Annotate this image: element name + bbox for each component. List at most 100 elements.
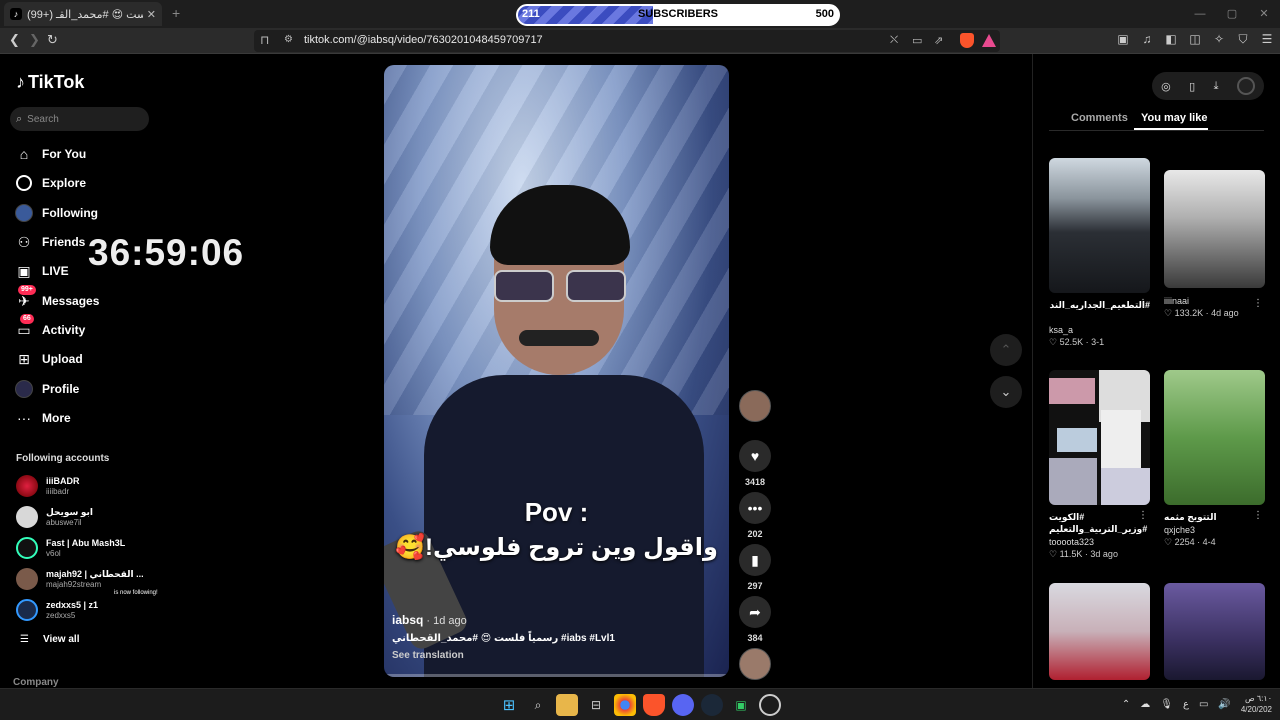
download-icon[interactable]: ⤓ [1214, 80, 1219, 93]
tab-comments[interactable]: Comments [1071, 112, 1128, 124]
comment-icon[interactable]: ••• [739, 492, 771, 524]
windows-start-icon[interactable]: ⊞ [498, 694, 520, 716]
browser-tab[interactable]: ♪ (99+) رسمياً فلست 😍 #محمد_القـ ✕ [4, 2, 162, 26]
bookmark-icon[interactable]: ⊓ [260, 33, 269, 47]
save-action[interactable]: ▮ 297 [739, 544, 771, 591]
nav-profile[interactable]: Profile [14, 378, 79, 400]
video-thumbnail[interactable] [1049, 158, 1150, 293]
video-thumbnail[interactable] [1164, 583, 1265, 680]
nav-messages[interactable]: ✈ 99+ Messages [14, 285, 99, 312]
music-disc-avatar[interactable] [739, 648, 771, 680]
back-icon[interactable]: ❮ [9, 32, 20, 48]
recommended-video-card[interactable]: iiiinaai ♡ 133.2K · 4d ago ⋮ [1164, 158, 1265, 319]
url-text[interactable]: tiktok.com/@iabsq/video/7630201048459709… [304, 34, 543, 46]
music-icon[interactable]: ♫ [1140, 32, 1154, 47]
search-icon[interactable]: ⌕ [527, 694, 549, 716]
system-clock[interactable]: ٦:١٠ ص 4/20/202 [1241, 693, 1272, 715]
video-progress-bar[interactable] [384, 674, 729, 677]
video-thumbnail[interactable] [1164, 370, 1265, 505]
see-translation-link[interactable]: See translation [392, 650, 615, 661]
onedrive-icon[interactable]: ☁ [1140, 699, 1150, 710]
view-all-button[interactable]: ☰ View all [20, 634, 79, 645]
following-account[interactable]: iiiBADR iiiibadr [16, 474, 80, 498]
heart-icon[interactable]: ♥ [739, 440, 771, 472]
video-thumbnail[interactable] [1049, 583, 1150, 680]
obs-icon[interactable] [759, 694, 781, 716]
scroll-down-button[interactable]: ⌄ [990, 376, 1022, 408]
translate-icon[interactable]: ⛌ [890, 34, 898, 47]
leo-ai-icon[interactable]: ✧ [1212, 32, 1226, 47]
comment-action[interactable]: ••• 202 [739, 492, 771, 539]
forward-icon[interactable]: ❯ [29, 32, 40, 48]
volume-icon[interactable]: 🔊 [1218, 699, 1230, 710]
tab-close-icon[interactable]: ✕ [147, 8, 156, 21]
account-name: iiiBADR [46, 475, 80, 486]
nav-more[interactable]: ··· More [14, 407, 71, 429]
video-thumbnail[interactable] [1049, 370, 1150, 505]
more-options-icon[interactable]: ⋮ [1138, 298, 1148, 309]
brave-rewards-icon[interactable] [982, 34, 996, 47]
nav-friends[interactable]: ⚇ Friends [14, 231, 86, 253]
nav-upload[interactable]: ⊞ Upload [14, 348, 83, 370]
cast-icon[interactable]: ▭ [912, 34, 922, 47]
more-options-icon[interactable]: ⋮ [1253, 298, 1263, 309]
wallet-icon[interactable]: ▣ [1116, 32, 1130, 47]
tray-chevron-icon[interactable]: ⌃ [1122, 699, 1130, 710]
nav-following[interactable]: Following [14, 202, 98, 224]
steam-icon[interactable] [701, 694, 723, 716]
nav-live[interactable]: ▣ LIVE [14, 260, 68, 282]
following-account[interactable]: Fast | Abu Mash3L v6ol [16, 536, 125, 560]
recommended-video-card[interactable] [1164, 583, 1265, 680]
store-icon[interactable]: ⊟ [585, 694, 607, 716]
mic-icon[interactable]: 🎙 [1160, 699, 1173, 710]
new-tab-button[interactable]: + [172, 5, 180, 21]
tab-you-may-like[interactable]: You may like [1141, 112, 1207, 124]
tiktok-logo[interactable]: ♪ TikTok [16, 72, 84, 93]
more-options-icon[interactable]: ⋮ [1138, 510, 1148, 521]
search-input[interactable]: ⌕ Search [10, 107, 149, 131]
more-options-icon[interactable]: ⋮ [1253, 510, 1263, 521]
sidebar-icon[interactable]: ◧ [1164, 32, 1178, 47]
nav-for-you[interactable]: ⌂ For You [14, 143, 86, 165]
recommended-video-card[interactable] [1049, 583, 1150, 680]
brave-icon[interactable] [643, 694, 665, 716]
nav-explore[interactable]: Explore [14, 172, 86, 194]
brave-shields-icon[interactable] [960, 33, 974, 48]
menu-icon[interactable]: ☰ [1260, 32, 1274, 47]
minimize-button[interactable]: — [1184, 0, 1216, 28]
chrome-icon[interactable] [614, 694, 636, 716]
scroll-up-button[interactable]: ⌃ [990, 334, 1022, 366]
site-info-icon[interactable]: ⚙ [284, 34, 293, 45]
maximize-button[interactable]: ▢ [1216, 0, 1248, 28]
nav-activity[interactable]: ▭ 66 Activity [14, 314, 85, 341]
file-explorer-icon[interactable] [556, 694, 578, 716]
compass-icon[interactable]: ◎ [1161, 80, 1171, 93]
like-action[interactable]: ♥ 3418 [739, 440, 771, 487]
address-bar[interactable]: ⊓ ⚙ tiktok.com/@iabsq/video/763020104845… [254, 30, 1000, 52]
following-account[interactable]: majah92 | القحطاني ... majah92stream [16, 567, 144, 591]
bookmark-icon[interactable]: ▮ [739, 544, 771, 576]
extensions-icon[interactable]: ◫ [1188, 32, 1202, 47]
share-arrow-icon[interactable]: ➦ [739, 596, 771, 628]
close-window-button[interactable]: ✕ [1248, 0, 1280, 28]
video-thumbnail[interactable] [1164, 170, 1265, 288]
discord-icon[interactable] [672, 694, 694, 716]
language-indicator[interactable]: ع [1183, 699, 1189, 710]
creator-avatar[interactable] [739, 390, 771, 422]
share-action[interactable]: ➦ 384 [739, 596, 771, 643]
terminal-icon[interactable]: ▣ [730, 694, 752, 716]
recommended-video-card[interactable]: #الكويت #وزير_التربية_والتعليم toooota32… [1049, 370, 1150, 560]
following-account[interactable]: zedxxs5 | z1 zedxxs5 [16, 598, 98, 622]
video-player[interactable]: Pov : واقول وين تروح فلوسي!🥰 iabsq · 1d … [384, 65, 729, 677]
reload-icon[interactable]: ↻ [47, 32, 58, 48]
network-icon[interactable]: ▭ [1199, 699, 1208, 710]
share-icon[interactable]: ⇗ [934, 34, 943, 47]
user-avatar[interactable] [1236, 77, 1255, 95]
phone-icon[interactable]: ▯ [1189, 80, 1195, 93]
video-author[interactable]: iabsq [392, 613, 423, 627]
recommended-video-card[interactable]: التتويج مثمه ههههههههههههه... qxjche3 ♡ … [1164, 370, 1265, 548]
vpn-icon[interactable]: ⛉ [1236, 32, 1250, 47]
following-account[interactable]: ابو سويحل abuswe7il [16, 505, 93, 529]
company-link[interactable]: Company [13, 677, 59, 688]
recommended-video-card[interactable]: #التطعيم_الجداريه_الندوه_شرق_الرياض ksa_… [1049, 158, 1150, 348]
